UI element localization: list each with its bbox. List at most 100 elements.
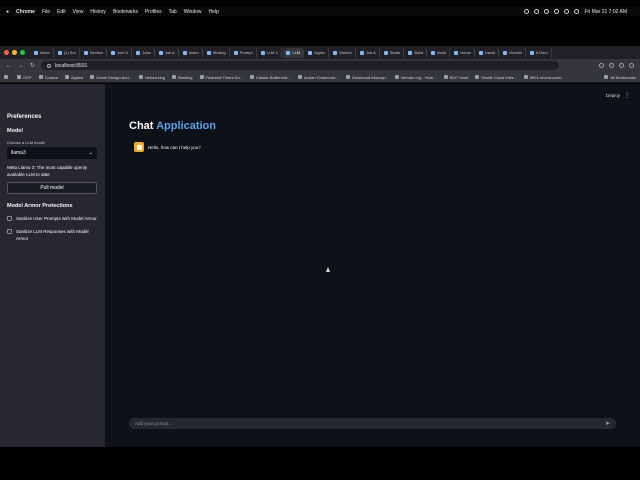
bookmark-item[interactable]: Classic Buttermilk... (249, 75, 291, 80)
browser-tab-active[interactable]: LLM (283, 47, 305, 58)
reload-icon[interactable]: ↻ (30, 62, 35, 69)
sidebar: Preferences Model Choose a LLM model lla… (0, 84, 105, 447)
assistant-message: Hello, how can I help you? (134, 142, 201, 152)
menu-edit[interactable]: Edit (57, 9, 66, 15)
bookmark-item[interactable]: GCP (17, 75, 32, 80)
close-window-icon[interactable] (4, 50, 9, 55)
menubar-clock[interactable]: Fri Mar 21 7:02 AM (584, 9, 627, 15)
browser-tab[interactable]: 8 Dem (527, 47, 552, 58)
bookmark-item[interactable]: Apples (65, 75, 83, 80)
browser-tab[interactable]: Job A (156, 47, 179, 58)
browser-tab[interactable]: Strate (381, 47, 405, 58)
model-select[interactable]: llama3 ⌄ (7, 147, 97, 159)
send-icon[interactable]: ➤ (605, 420, 610, 427)
address-url[interactable]: localhost:8501 (55, 63, 87, 69)
tab-favicon-icon (57, 50, 62, 55)
browser-tab[interactable]: Review (81, 47, 107, 58)
maximize-window-icon[interactable] (20, 50, 25, 55)
chrome-menu-icon[interactable] (629, 63, 634, 68)
browser-tab[interactable]: (1) Sm (55, 47, 80, 58)
tab-favicon-icon (34, 50, 38, 55)
tab-favicon-icon (529, 50, 534, 55)
menu-history[interactable]: History (90, 9, 106, 15)
bookmark-star-icon[interactable] (599, 63, 604, 68)
more-menu-icon[interactable]: ⋮ (624, 92, 630, 99)
checkbox-icon[interactable] (7, 229, 12, 234)
bookmark-item[interactable]: 8901-recent-archi... (523, 75, 564, 80)
all-bookmarks[interactable]: All Bookmarks (604, 75, 636, 80)
bot-avatar-icon (134, 142, 144, 152)
browser-tab[interactable]: LLM C (258, 47, 283, 58)
bookmark-item[interactable]: Oracle Cloud Infra... (474, 75, 517, 80)
menu-help[interactable]: Help (209, 9, 219, 15)
minimize-window-icon[interactable] (12, 50, 17, 55)
address-bar[interactable]: localhost:8501 (41, 61, 559, 70)
chevron-down-icon: ⌄ (88, 150, 93, 156)
browser-tab[interactable]: Jobs (133, 47, 155, 58)
profile-avatar-icon[interactable] (619, 63, 624, 68)
bookmark-item[interactable]: blender.org - Hom... (395, 75, 437, 80)
bookmark-item[interactable]: Game Design And... (90, 75, 132, 80)
bookmark-item[interactable]: Comics (38, 75, 58, 80)
menu-chrome[interactable]: Chrome (16, 9, 35, 15)
browser-tab[interactable]: Prompt (231, 47, 257, 58)
tab-favicon-icon (233, 50, 238, 55)
deploy-button[interactable]: Deploy (606, 93, 620, 98)
site-favicon-icon (249, 75, 254, 79)
assistant-message-text: Hello, how can I help you? (148, 144, 201, 150)
search-icon[interactable] (564, 9, 570, 14)
sanitize-responses-checkbox[interactable]: Sanitize LLM Responses with Model Armor (7, 228, 98, 242)
tab-favicon-icon (478, 50, 483, 55)
bookmark-item[interactable]: Networking (139, 75, 165, 80)
window-controls (4, 50, 25, 55)
browser-tab[interactable]: Stretch (330, 47, 356, 58)
browser-tab[interactable]: Build (428, 47, 451, 58)
tab-favicon-icon (182, 50, 187, 55)
apple-icon[interactable]: ● (6, 9, 9, 15)
status-icon[interactable] (534, 9, 540, 14)
tab-favicon-icon (286, 50, 291, 55)
macos-menubar: ● Chrome File Edit View History Bookmark… (0, 7, 640, 16)
status-icon[interactable] (544, 9, 550, 14)
site-info-icon[interactable] (47, 63, 52, 68)
menu-window[interactable]: Window (184, 9, 202, 15)
menu-view[interactable]: View (73, 9, 84, 15)
screen: ● Chrome File Edit View History Bookmark… (0, 0, 640, 480)
menu-profiles[interactable]: Profiles (145, 9, 162, 15)
browser-tab[interactable]: Home (451, 47, 475, 58)
control-center-icon[interactable] (574, 9, 580, 14)
status-icon[interactable] (524, 9, 530, 14)
bookmark-item[interactable]: Financial Times Da... (199, 75, 243, 80)
browser-tab[interactable]: Inden (180, 47, 203, 58)
pull-model-button[interactable]: Pull model (7, 182, 97, 194)
checkbox-icon[interactable] (7, 216, 12, 221)
sanitize-prompts-checkbox[interactable]: Sanitize User Prompts with Model Armor (7, 215, 98, 222)
menu-bookmarks[interactable]: Bookmarks (113, 9, 138, 15)
tab-favicon-icon (83, 50, 88, 55)
forward-arrow-icon[interactable]: → (18, 63, 24, 69)
page-title: Chat Application (129, 120, 216, 132)
bookmark-item[interactable]: Audan Communic... (298, 75, 339, 80)
bookmark-apps[interactable] (4, 75, 10, 79)
browser-tab[interactable]: Gemini (500, 47, 526, 58)
streamlit-app: Preferences Model Choose a LLM model lla… (0, 84, 640, 447)
browser-tab[interactable]: Job A (357, 47, 380, 58)
menu-file[interactable]: File (42, 9, 50, 15)
browser-tab[interactable]: Join D (108, 47, 133, 58)
back-arrow-icon[interactable]: ← (6, 63, 12, 69)
menu-tab[interactable]: Tab (169, 9, 177, 15)
browser-tab[interactable]: Strateg (204, 47, 230, 58)
extensions-icon[interactable] (609, 63, 614, 68)
chat-input[interactable] (135, 421, 605, 426)
browser-tab[interactable]: Inbox (31, 47, 54, 58)
browser-tab[interactable]: Build (405, 47, 428, 58)
tab-favicon-icon (383, 50, 388, 55)
wifi-icon[interactable] (554, 9, 560, 14)
bookmark-item[interactable]: Banking (172, 75, 193, 80)
browser-tab[interactable]: David (476, 47, 500, 58)
model-heading: Model (7, 128, 23, 134)
tab-favicon-icon (158, 50, 163, 55)
bookmark-item[interactable]: SDC Vault (443, 75, 468, 80)
bookmark-item[interactable]: Download Inkscap... (346, 75, 388, 80)
browser-tab[interactable]: Applic (305, 47, 330, 58)
